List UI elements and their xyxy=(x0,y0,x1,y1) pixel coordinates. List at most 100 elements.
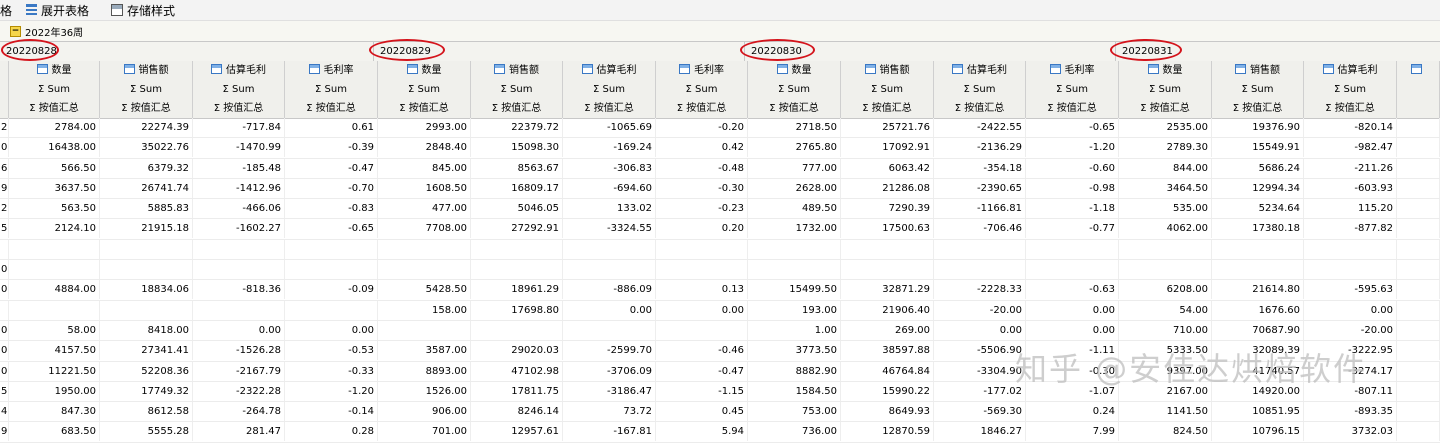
metric-header-cell[interactable]: 估算毛利 xyxy=(1304,61,1397,80)
aggregate-header-cell[interactable]: Σ 按值汇总 xyxy=(841,99,934,118)
table-cell[interactable]: -982.47 xyxy=(1304,138,1397,158)
table-cell[interactable] xyxy=(100,260,193,280)
table-cell[interactable]: -3324.55 xyxy=(563,219,656,239)
table-cell[interactable]: -595.63 xyxy=(1304,280,1397,300)
table-cell[interactable]: 844.00 xyxy=(1119,158,1212,178)
aggregate-header-cell[interactable]: Σ 按值汇总 xyxy=(934,99,1026,118)
table-cell[interactable]: 0.00 xyxy=(285,320,378,340)
table-cell[interactable]: 2789.30 xyxy=(1119,138,1212,158)
table-row[interactable]: 0 xyxy=(0,260,1440,281)
aggregate-header-cell[interactable]: Σ 按值汇总 xyxy=(748,99,841,118)
table-cell[interactable]: 21906.40 xyxy=(841,300,934,320)
table-cell[interactable]: -820.14 xyxy=(1304,118,1397,137)
table-cell[interactable]: -2322.28 xyxy=(193,381,285,401)
table-cell[interactable]: 8246.14 xyxy=(471,402,563,422)
table-cell[interactable]: 11221.50 xyxy=(9,361,100,381)
table-row[interactable]: 9 3637.50 26741.74 -1412.96 -0.70 1608.50 1680… xyxy=(0,178,1440,200)
table-cell[interactable]: 5428.50 xyxy=(378,280,471,300)
table-cell[interactable]: 8649.93 xyxy=(841,402,934,422)
sum-header-cell[interactable]: Σ Sum xyxy=(9,80,100,99)
table-cell[interactable]: 8563.67 xyxy=(471,158,563,178)
table-cell[interactable]: 566.50 xyxy=(9,158,100,178)
table-cell[interactable]: 710.00 xyxy=(1119,320,1212,340)
table-cell[interactable]: 17380.18 xyxy=(1212,219,1304,239)
table-cell[interactable]: -0.30 xyxy=(1026,361,1119,381)
table-cell[interactable] xyxy=(285,300,378,320)
table-cell[interactable]: 21614.80 xyxy=(1212,280,1304,300)
table-cell[interactable] xyxy=(1397,300,1440,320)
table-cell[interactable]: 6063.42 xyxy=(841,158,934,178)
table-cell[interactable]: 824.50 xyxy=(1119,422,1212,442)
table-cell[interactable]: 8418.00 xyxy=(100,320,193,340)
table-cell[interactable] xyxy=(285,260,378,280)
collapse-toggle-icon[interactable]: − xyxy=(10,26,21,37)
table-cell[interactable] xyxy=(471,320,563,340)
table-cell[interactable]: 27341.41 xyxy=(100,341,193,361)
table-cell[interactable]: 3637.50 xyxy=(9,178,100,198)
table-cell[interactable]: 0.42 xyxy=(656,138,748,158)
table-cell[interactable]: 22379.72 xyxy=(471,118,563,137)
table-cell[interactable]: 1584.50 xyxy=(748,381,841,401)
table-row[interactable]: 0 16438.00 35022.76 -1470.99 -0.39 2848.40 150… xyxy=(0,138,1440,159)
table-cell[interactable]: 3732.03 xyxy=(1304,422,1397,442)
table-cell[interactable] xyxy=(193,239,285,259)
table-cell[interactable]: 10796.15 xyxy=(1212,422,1304,442)
metric-header-cell[interactable]: 估算毛利 xyxy=(563,61,656,80)
table-cell[interactable]: -264.78 xyxy=(193,402,285,422)
table-cell[interactable]: -3706.09 xyxy=(563,361,656,381)
table-cell[interactable]: -1.07 xyxy=(1026,381,1119,401)
table-cell[interactable]: 21286.08 xyxy=(841,178,934,198)
table-cell[interactable]: 73.72 xyxy=(563,402,656,422)
table-cell[interactable]: -569.30 xyxy=(934,402,1026,422)
table-cell[interactable]: 15098.30 xyxy=(471,138,563,158)
aggregate-header-cell[interactable]: Σ 按值汇总 xyxy=(193,99,285,118)
table-cell[interactable]: 5046.05 xyxy=(471,199,563,219)
table-cell[interactable]: -877.82 xyxy=(1304,219,1397,239)
table-cell[interactable]: 906.00 xyxy=(378,402,471,422)
table-cell[interactable]: 17092.91 xyxy=(841,138,934,158)
table-cell[interactable]: 10851.95 xyxy=(1212,402,1304,422)
table-cell[interactable]: 3464.50 xyxy=(1119,178,1212,198)
table-cell[interactable]: -2228.33 xyxy=(934,280,1026,300)
table-cell[interactable]: -3186.47 xyxy=(563,381,656,401)
table-cell[interactable] xyxy=(1026,239,1119,259)
table-cell[interactable]: 19376.90 xyxy=(1212,118,1304,137)
table-cell[interactable] xyxy=(1397,381,1440,401)
table-cell[interactable]: 0.24 xyxy=(1026,402,1119,422)
table-cell[interactable] xyxy=(1397,260,1440,280)
table-cell[interactable]: 7708.00 xyxy=(378,219,471,239)
table-row[interactable]: 4 847.30 8612.58 -264.78 -0.14 906.00 8246.14 7… xyxy=(0,402,1440,423)
table-cell[interactable]: 845.00 xyxy=(378,158,471,178)
table-cell[interactable] xyxy=(1397,341,1440,361)
table-cell[interactable]: 683.50 xyxy=(9,422,100,442)
table-cell[interactable]: -2390.65 xyxy=(934,178,1026,198)
expand-table-button[interactable]: 展开表格 xyxy=(26,0,89,20)
table-cell[interactable] xyxy=(1304,260,1397,280)
table-cell[interactable]: -818.36 xyxy=(193,280,285,300)
aggregate-header-cell[interactable] xyxy=(1397,99,1440,118)
table-cell[interactable]: -0.70 xyxy=(285,178,378,198)
metric-header-cell[interactable]: 估算毛利 xyxy=(193,61,285,80)
table-cell[interactable]: -306.83 xyxy=(563,158,656,178)
table-cell[interactable]: 477.00 xyxy=(378,199,471,219)
table-cell[interactable]: -1412.96 xyxy=(193,178,285,198)
sum-header-cell[interactable]: Σ Sum xyxy=(1212,80,1304,99)
table-cell[interactable]: 17749.32 xyxy=(100,381,193,401)
table-cell[interactable] xyxy=(1119,260,1212,280)
table-cell[interactable]: 4062.00 xyxy=(1119,219,1212,239)
table-cell[interactable]: 17811.75 xyxy=(471,381,563,401)
table-cell[interactable]: 0.00 xyxy=(1026,320,1119,340)
table-cell[interactable]: 15499.50 xyxy=(748,280,841,300)
table-cell[interactable] xyxy=(285,239,378,259)
table-cell[interactable] xyxy=(841,260,934,280)
table-cell[interactable]: 46764.84 xyxy=(841,361,934,381)
table-cell[interactable] xyxy=(563,320,656,340)
table-cell[interactable]: 1732.00 xyxy=(748,219,841,239)
table-cell[interactable]: -5506.90 xyxy=(934,341,1026,361)
table-cell[interactable]: 2993.00 xyxy=(378,118,471,137)
table-cell[interactable]: 115.20 xyxy=(1304,199,1397,219)
table-cell[interactable]: 17698.80 xyxy=(471,300,563,320)
table-cell[interactable]: 2784.00 xyxy=(9,118,100,137)
table-cell[interactable]: 5333.50 xyxy=(1119,341,1212,361)
metric-header-cell[interactable]: 销售额 xyxy=(841,61,934,80)
